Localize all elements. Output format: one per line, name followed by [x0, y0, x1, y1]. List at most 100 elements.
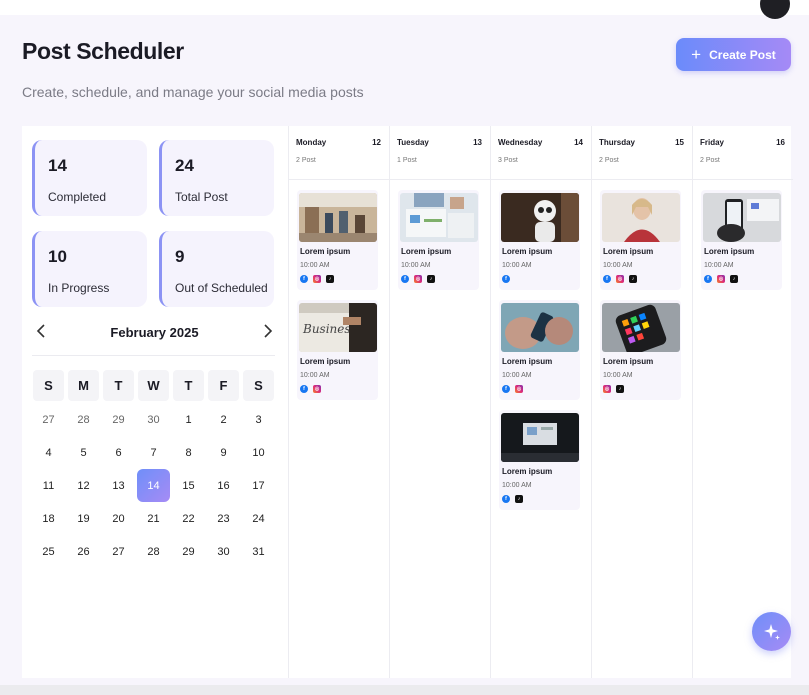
- day-column: Thursday 15 2 Post Lorem ipsum 10:00 AM f ◎ ♪ Lo…: [591, 126, 692, 678]
- scheduler-panel: 14 Completed 24 Total Post 10 In Progres…: [22, 126, 793, 678]
- calendar-day[interactable]: 21: [137, 502, 170, 535]
- page-title: Post Scheduler: [22, 38, 184, 64]
- day-date: 15: [675, 138, 684, 147]
- instagram-icon: ◎: [717, 275, 725, 283]
- post-time: 10:00 AM: [704, 262, 734, 269]
- calendar-day[interactable]: 22: [172, 502, 205, 535]
- post-card[interactable]: Lorem ipsum 10:00 AM f ◎ ♪: [297, 190, 378, 290]
- create-post-button[interactable]: + Create Post: [676, 38, 791, 71]
- post-count: 1 Post: [397, 157, 417, 164]
- calendar-day[interactable]: 14: [137, 469, 170, 502]
- post-count: 3 Post: [498, 157, 518, 164]
- post-thumbnail: [400, 193, 478, 242]
- weekday-header: F: [208, 370, 239, 401]
- tiktok-icon: ♪: [326, 275, 334, 283]
- calendar-day[interactable]: 29: [102, 403, 135, 436]
- post-count: 2 Post: [599, 157, 619, 164]
- day-name: Thursday: [599, 138, 636, 147]
- post-card[interactable]: Lorem ipsum 10:00 AM f: [499, 190, 580, 290]
- post-card[interactable]: Lorem ipsum 10:00 AM f ◎ ♪: [600, 190, 681, 290]
- facebook-icon: f: [502, 385, 510, 393]
- platform-icons: f ◎ ♪: [603, 275, 637, 283]
- post-time: 10:00 AM: [300, 372, 330, 379]
- platform-icons: f: [502, 275, 510, 283]
- post-thumbnail: [703, 193, 781, 242]
- instagram-icon: ◎: [414, 275, 422, 283]
- calendar-day[interactable]: 27: [32, 403, 65, 436]
- day-name: Monday: [296, 138, 327, 147]
- post-title: Lorem ipsum: [300, 357, 351, 366]
- day-column-header: Thursday 15 2 Post: [592, 126, 692, 180]
- stat-card-out-of-scheduled: 9 Out of Scheduled: [159, 231, 274, 307]
- calendar-day[interactable]: 30: [207, 535, 240, 568]
- post-title: Lorem ipsum: [704, 247, 755, 256]
- month-navigation: February 2025: [32, 322, 277, 344]
- post-card[interactable]: Lorem ipsum 10:00 AM f ◎ ♪: [701, 190, 782, 290]
- post-time: 10:00 AM: [502, 482, 532, 489]
- calendar-day[interactable]: 16: [207, 469, 240, 502]
- post-thumbnail: [299, 193, 377, 242]
- day-column: Wednesday 14 3 Post Lorem ipsum 10:00 AM f Lor…: [490, 126, 591, 678]
- post-count: 2 Post: [296, 157, 316, 164]
- calendar-day[interactable]: 19: [67, 502, 100, 535]
- calendar-day[interactable]: 17: [242, 469, 275, 502]
- post-card[interactable]: Business Lorem ipsum 10:00 AM f ◎: [297, 300, 378, 400]
- post-card[interactable]: Lorem ipsum 10:00 AM f ◎ ♪: [398, 190, 479, 290]
- avatar[interactable]: [760, 0, 790, 19]
- calendar-day[interactable]: 24: [242, 502, 275, 535]
- ai-assist-button[interactable]: [752, 612, 791, 651]
- calendar-day[interactable]: 10: [242, 436, 275, 469]
- post-card[interactable]: Lorem ipsum 10:00 AM ◎ ♪: [600, 300, 681, 400]
- calendar-day[interactable]: 1: [172, 403, 205, 436]
- chevron-right-icon[interactable]: [259, 322, 277, 342]
- plus-icon: +: [691, 45, 702, 64]
- calendar-day[interactable]: 26: [67, 535, 100, 568]
- calendar-day[interactable]: 6: [102, 436, 135, 469]
- calendar-day[interactable]: 12: [67, 469, 100, 502]
- stat-label: Completed: [48, 190, 107, 204]
- calendar-day[interactable]: 28: [137, 535, 170, 568]
- calendar-day[interactable]: 8: [172, 436, 205, 469]
- post-title: Lorem ipsum: [603, 247, 654, 256]
- calendar-day[interactable]: 28: [67, 403, 100, 436]
- calendar-day[interactable]: 7: [137, 436, 170, 469]
- calendar-day[interactable]: 31: [242, 535, 275, 568]
- stat-label: Out of Scheduled: [175, 281, 268, 295]
- calendar-day[interactable]: 11: [32, 469, 65, 502]
- post-thumbnail: [602, 303, 680, 352]
- calendar-day[interactable]: 27: [102, 535, 135, 568]
- post-title: Lorem ipsum: [603, 357, 654, 366]
- calendar-day[interactable]: 23: [207, 502, 240, 535]
- calendar-day[interactable]: 30: [137, 403, 170, 436]
- post-card[interactable]: Lorem ipsum 10:00 AM f ♪: [499, 410, 580, 510]
- post-title: Lorem ipsum: [502, 247, 553, 256]
- day-column: Tuesday 13 1 Post Lorem ipsum 10:00 AM f ◎ ♪: [389, 126, 490, 678]
- calendar-day[interactable]: 15: [172, 469, 205, 502]
- calendar-day[interactable]: 29: [172, 535, 205, 568]
- top-bar: [0, 0, 809, 15]
- post-card[interactable]: Lorem ipsum 10:00 AM f ◎: [499, 300, 580, 400]
- post-time: 10:00 AM: [502, 262, 532, 269]
- day-date: 16: [776, 138, 785, 147]
- calendar-day[interactable]: 20: [102, 502, 135, 535]
- day-name: Tuesday: [397, 138, 429, 147]
- calendar-day[interactable]: 2: [207, 403, 240, 436]
- platform-icons: f ◎ ♪: [300, 275, 334, 283]
- calendar-day[interactable]: 13: [102, 469, 135, 502]
- tiktok-icon: ♪: [427, 275, 435, 283]
- weekday-header: S: [243, 370, 274, 401]
- post-thumbnail: [501, 193, 579, 242]
- calendar-day[interactable]: 25: [32, 535, 65, 568]
- calendar-day[interactable]: 9: [207, 436, 240, 469]
- weekday-header: T: [173, 370, 204, 401]
- day-date: 12: [372, 138, 381, 147]
- calendar-day[interactable]: 18: [32, 502, 65, 535]
- day-column-header: Monday 12 2 Post: [289, 126, 389, 180]
- calendar-day[interactable]: 5: [67, 436, 100, 469]
- calendar-day[interactable]: 4: [32, 436, 65, 469]
- calendar-day[interactable]: 3: [242, 403, 275, 436]
- post-title: Lorem ipsum: [300, 247, 351, 256]
- post-thumbnail: [501, 413, 579, 462]
- weekday-header: M: [68, 370, 99, 401]
- day-name: Friday: [700, 138, 725, 147]
